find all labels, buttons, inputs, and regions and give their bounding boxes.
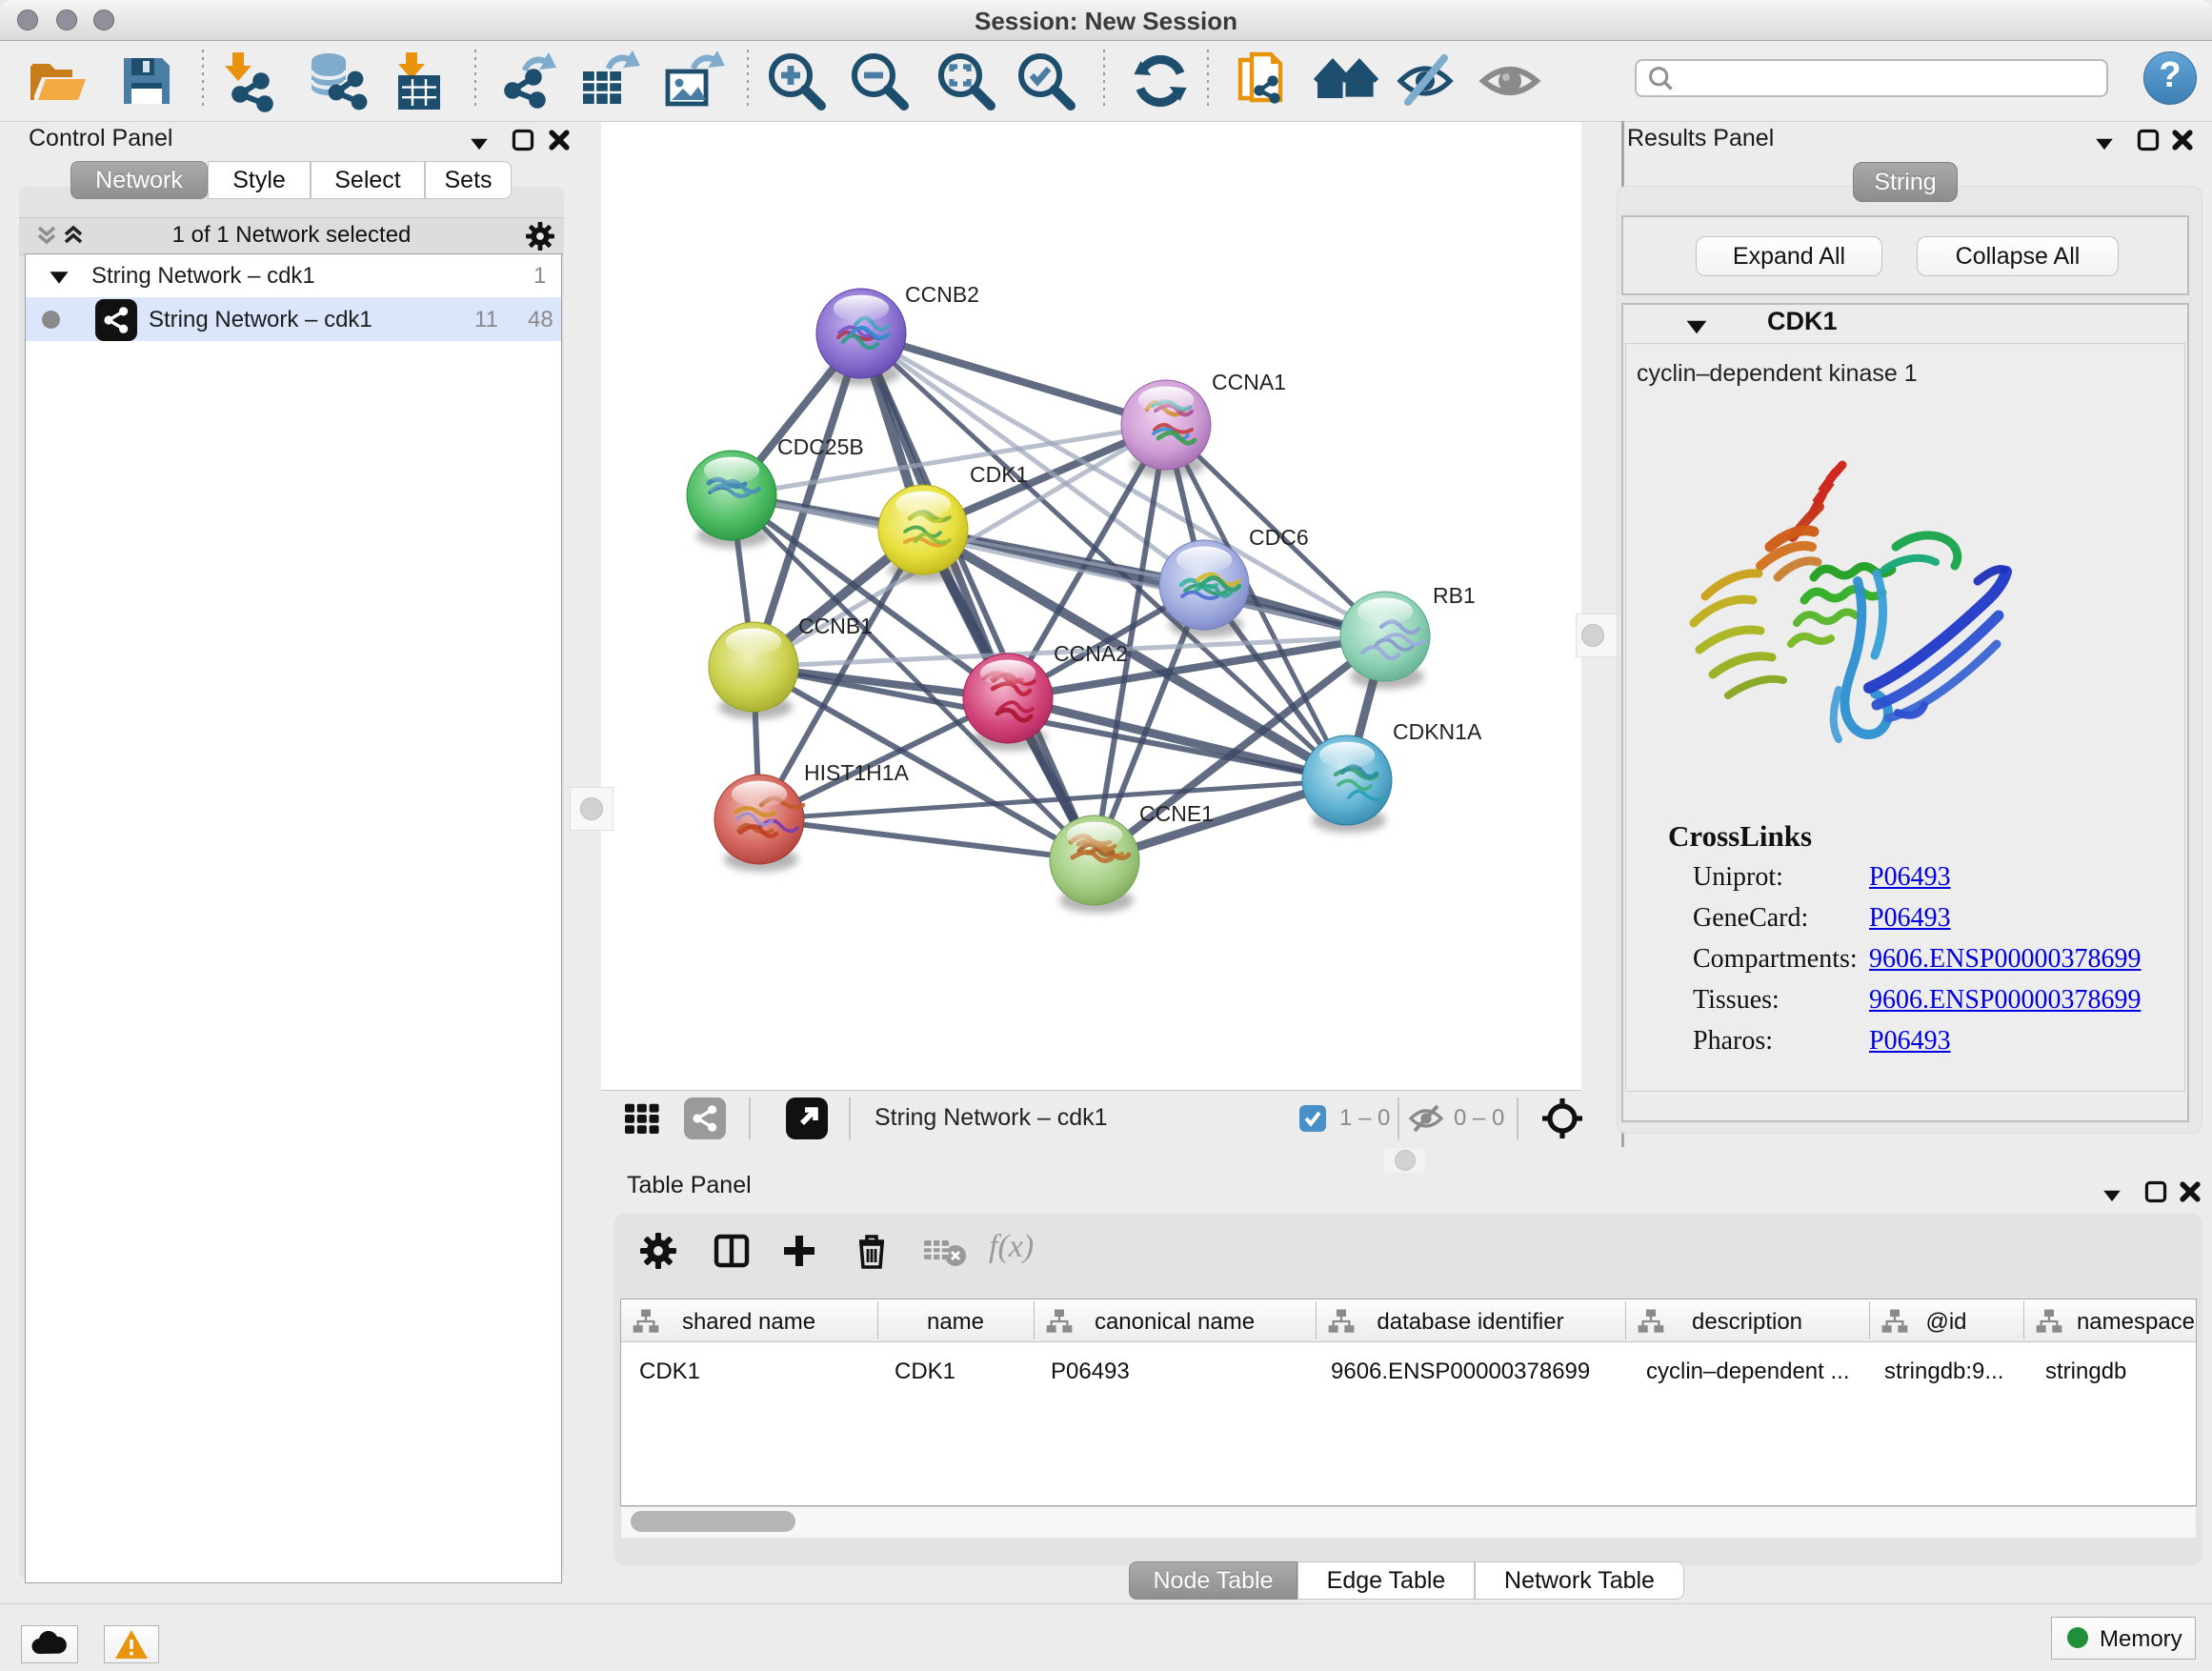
svg-text:CCNE1: CCNE1 xyxy=(1139,801,1214,826)
svg-text:CDC6: CDC6 xyxy=(1249,525,1309,550)
svg-text:RB1: RB1 xyxy=(1433,583,1476,608)
svg-text:CCNA1: CCNA1 xyxy=(1212,370,1286,394)
svg-text:CDKN1A: CDKN1A xyxy=(1393,719,1482,744)
svg-text:CDK1: CDK1 xyxy=(970,462,1028,487)
svg-text:CCNB1: CCNB1 xyxy=(798,614,873,638)
svg-text:CCNA2: CCNA2 xyxy=(1054,641,1128,666)
svg-text:HIST1H1A: HIST1H1A xyxy=(804,760,910,785)
svg-text:CDC25B: CDC25B xyxy=(777,434,864,459)
svg-text:CCNB2: CCNB2 xyxy=(905,282,979,307)
